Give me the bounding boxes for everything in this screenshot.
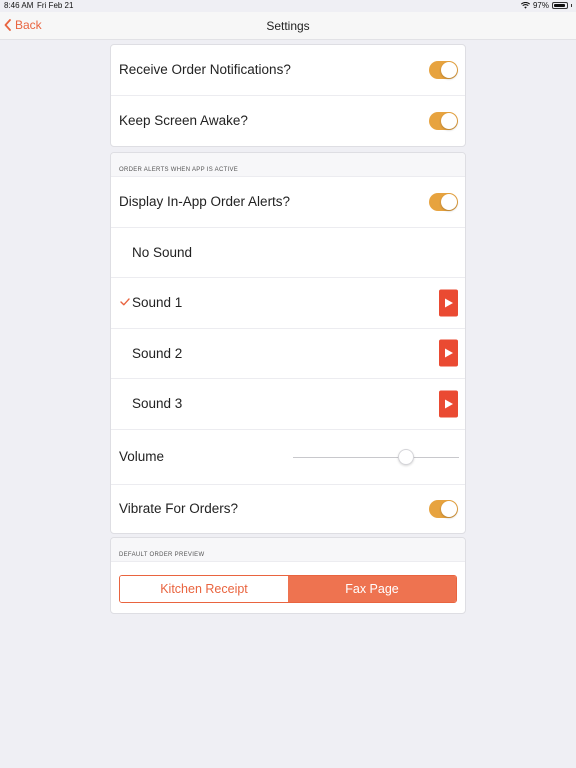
order-preview-card: DEFAULT ORDER PREVIEW Kitchen Receipt Fa… — [110, 537, 466, 614]
volume-label: Volume — [119, 449, 165, 464]
sound-option-sound-1[interactable]: Sound 1 — [111, 278, 465, 329]
display-alerts-label: Display In-App Order Alerts? — [119, 194, 291, 210]
status-right: 97% — [520, 1, 572, 10]
segment-fax-page[interactable]: Fax Page — [288, 576, 456, 602]
keep-awake-row: Keep Screen Awake? — [111, 96, 465, 147]
vibrate-toggle[interactable] — [429, 499, 458, 518]
play-sound-3-button[interactable] — [439, 390, 458, 418]
status-bar: 8:46 AM Fri Feb 21 97% — [0, 0, 576, 12]
sound-label: No Sound — [132, 244, 193, 260]
wifi-icon — [520, 2, 530, 9]
order-preview-header: DEFAULT ORDER PREVIEW — [111, 538, 465, 562]
sound-option-no-sound[interactable]: No Sound — [111, 228, 465, 278]
receive-notifications-row: Receive Order Notifications? — [111, 45, 465, 96]
sound-label: Sound 2 — [132, 345, 183, 361]
volume-slider[interactable] — [293, 448, 459, 465]
checkmark-icon — [120, 297, 130, 309]
volume-slider-thumb[interactable] — [397, 448, 414, 465]
toggle-knob — [441, 193, 457, 210]
receive-notifications-toggle[interactable] — [429, 60, 458, 79]
nav-bar: Back Settings — [0, 12, 576, 40]
receive-notifications-label: Receive Order Notifications? — [119, 62, 291, 78]
play-icon — [444, 348, 453, 358]
notifications-card: Receive Order Notifications? Keep Screen… — [110, 44, 466, 147]
status-date: Fri Feb 21 — [37, 1, 74, 10]
battery-icon — [552, 2, 568, 9]
order-preview-segmented-control: Kitchen Receipt Fax Page — [119, 575, 457, 603]
keep-awake-label: Keep Screen Awake? — [119, 113, 248, 129]
segment-kitchen-receipt[interactable]: Kitchen Receipt — [120, 576, 288, 602]
toggle-knob — [441, 112, 457, 129]
toggle-knob — [441, 61, 457, 78]
play-sound-1-button[interactable] — [439, 289, 458, 317]
keep-awake-toggle[interactable] — [429, 111, 458, 130]
play-sound-2-button[interactable] — [439, 339, 458, 367]
display-alerts-toggle[interactable] — [429, 192, 458, 211]
volume-row: Volume — [111, 430, 465, 485]
order-alerts-card: ORDER ALERTS WHEN APP IS ACTIVE Display … — [110, 152, 466, 534]
play-icon — [444, 298, 453, 308]
battery-percent: 97% — [532, 1, 549, 10]
page-title: Settings — [266, 19, 310, 33]
play-icon — [444, 399, 453, 409]
sound-option-sound-2[interactable]: Sound 2 — [111, 329, 465, 379]
toggle-knob — [441, 500, 457, 517]
vibrate-row: Vibrate For Orders? — [111, 485, 465, 533]
sound-option-sound-3[interactable]: Sound 3 — [111, 379, 465, 430]
sound-label: Sound 3 — [132, 396, 183, 412]
vibrate-label: Vibrate For Orders? — [119, 501, 239, 516]
status-time: 8:46 AM — [4, 1, 34, 10]
display-alerts-row: Display In-App Order Alerts? — [111, 177, 465, 228]
order-alerts-header: ORDER ALERTS WHEN APP IS ACTIVE — [111, 153, 465, 177]
battery-tip — [571, 4, 572, 7]
